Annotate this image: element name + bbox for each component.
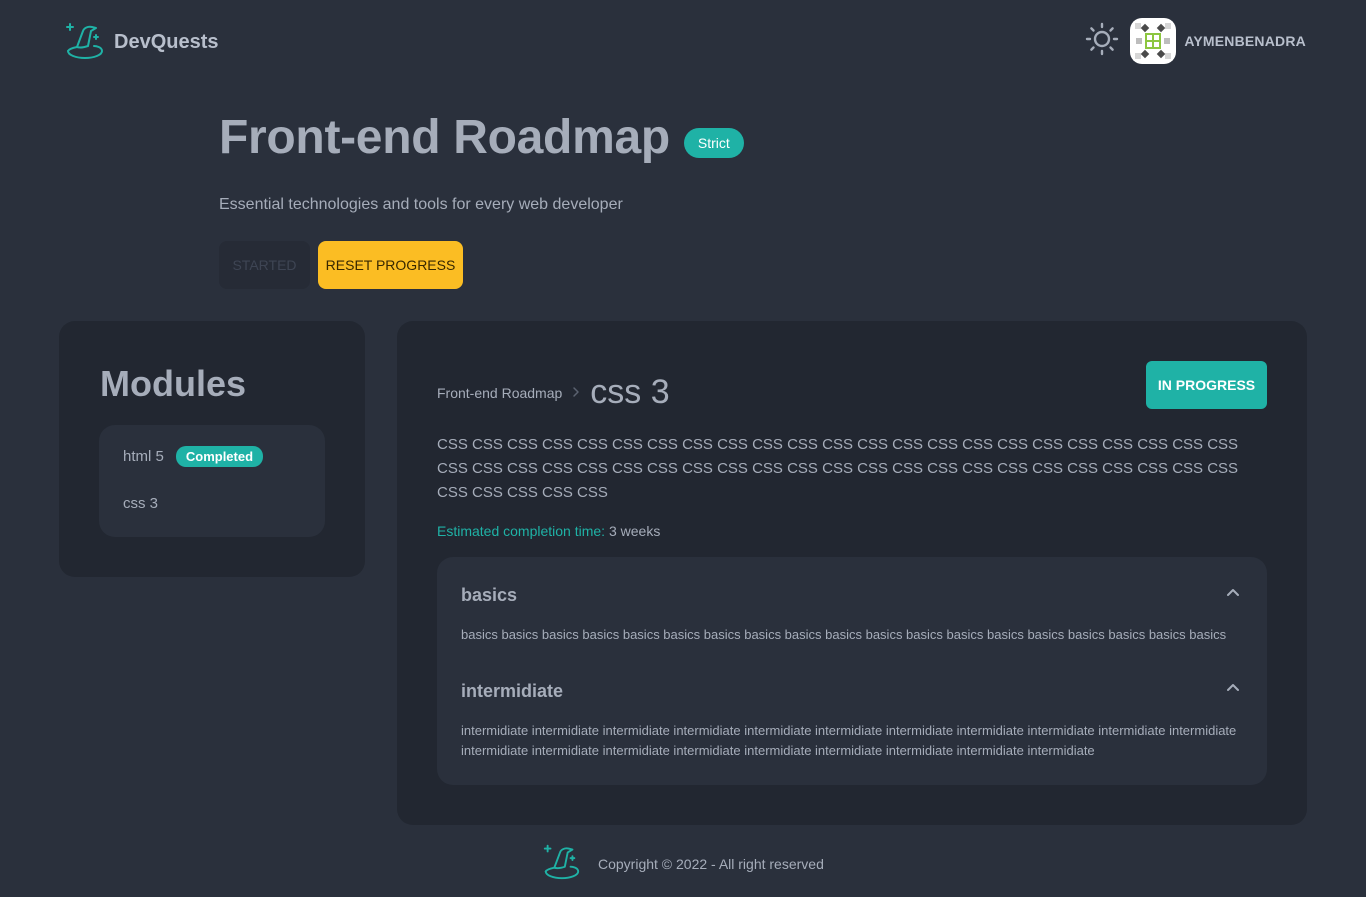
section-body-basics: basics basics basics basics basics basic… xyxy=(461,627,1227,642)
modules-title: Modules xyxy=(100,363,247,404)
wizard-hat-icon xyxy=(540,840,582,887)
footer: Copyright © 2022 - All right reserved xyxy=(540,840,824,887)
copyright-text: Copyright © 2022 - All right reserved xyxy=(598,855,824,872)
module-label: css 3 xyxy=(123,495,159,512)
module-detail-panel: Front-end Roadmap css 3 IN PROGRESS CSS … xyxy=(397,321,1307,825)
breadcrumb: Front-end Roadmap css 3 xyxy=(437,373,670,412)
module-item-html5[interactable]: html 5 Completed xyxy=(123,446,264,467)
section-title-basics[interactable]: basics xyxy=(461,585,517,606)
estimated-time-value: 3 weeks xyxy=(608,523,661,539)
sun-icon xyxy=(1085,22,1119,61)
theme-toggle-button[interactable] xyxy=(1082,18,1122,64)
completed-badge: Completed xyxy=(175,446,264,467)
estimated-time-label: Estimated completion time: xyxy=(437,523,606,539)
breadcrumb-parent-link[interactable]: Front-end Roadmap xyxy=(437,385,562,401)
section-title-intermidiate[interactable]: intermidiate xyxy=(461,681,563,702)
chevron-up-icon[interactable] xyxy=(1223,677,1243,697)
reset-progress-button[interactable]: RESET PROGRESS xyxy=(318,241,463,289)
brand-link[interactable]: DevQuests xyxy=(62,18,219,67)
username[interactable]: AYMENBENADRA xyxy=(1184,33,1306,49)
avatar[interactable] xyxy=(1130,18,1177,64)
chevron-right-icon xyxy=(572,385,580,401)
module-label: html 5 xyxy=(123,448,164,465)
modules-panel: Modules html 5 Completed css 3 xyxy=(59,321,365,577)
page-subtitle: Essential technologies and tools for eve… xyxy=(219,196,623,213)
module-description: CSS CSS CSS CSS CSS CSS CSS CSS CSS CSS … xyxy=(437,436,1239,501)
brand-name: DevQuests xyxy=(114,31,219,53)
modules-list: html 5 Completed css 3 xyxy=(99,425,325,537)
page-title: Front-end Roadmap xyxy=(219,111,670,164)
wizard-hat-icon xyxy=(62,18,106,67)
breadcrumb-current: css 3 xyxy=(590,373,670,411)
in-progress-button[interactable]: IN PROGRESS xyxy=(1146,361,1267,409)
started-button[interactable]: STARTED xyxy=(219,241,310,289)
hero-title-row: Front-end Roadmap Strict xyxy=(219,110,744,165)
module-item-css3[interactable]: css 3 xyxy=(123,495,158,512)
strict-badge: Strict xyxy=(683,127,744,158)
header-actions: AYMENBENADRA xyxy=(1082,18,1306,64)
estimated-time: Estimated completion time: 3 weeks xyxy=(437,523,660,539)
sections-list: basics basics basics basics basics basic… xyxy=(437,557,1267,785)
section-body-intermidiate: intermidiate intermidiate intermidiate i… xyxy=(461,723,1237,758)
page: DevQuests AYMENBENADRA Front-end Roadmap… xyxy=(0,0,1366,897)
chevron-up-icon[interactable] xyxy=(1223,582,1243,602)
